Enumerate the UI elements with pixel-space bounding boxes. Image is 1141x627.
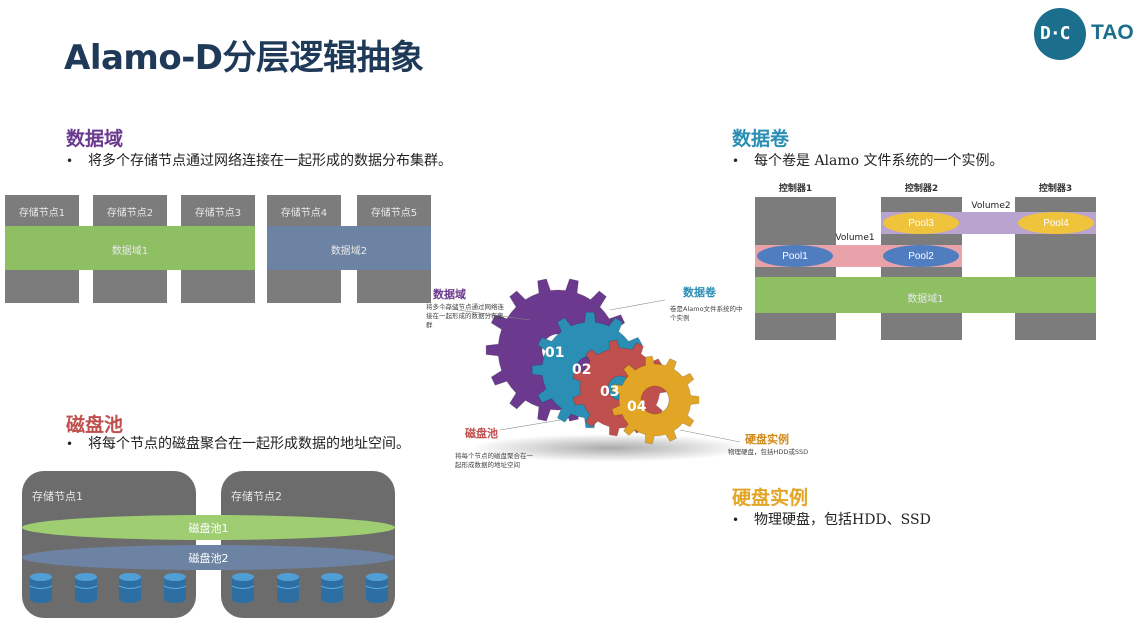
volume-1-label: Volume1 <box>835 233 875 243</box>
disk-cylinder-icon <box>231 572 255 608</box>
pool-1: Pool1 <box>757 245 833 267</box>
gear-desc-data-domain-line-2: 接在一起形成的数据分布集 <box>426 312 504 320</box>
data-domain-bullet: • 将多个存储节点通过网络连接在一起形成的数据分布集群。 <box>66 153 452 169</box>
pool-1-label: Pool1 <box>782 250 808 262</box>
gear-desc-disk-pool-line-2: 起形成数据的地址空间 <box>455 461 520 469</box>
disk-pool-2: 磁盘池2 <box>22 545 395 570</box>
disk-pool-2-label: 磁盘池2 <box>188 551 229 565</box>
gear-desc-data-volume: 卷是Alamo文件系统的中 个实例 <box>670 305 743 323</box>
logo-mark: D·C <box>1040 23 1070 44</box>
disk-instance-bullet-text: 物理硬盘，包括HDD、SSD <box>754 512 931 528</box>
data-volume-title: 数据卷 <box>732 128 790 150</box>
gear-desc-disk-pool-line-1: 将每个节点的磁盘聚合在一 <box>455 452 533 460</box>
gears-group <box>485 278 700 445</box>
gear-label-disk-instance: 硬盘实例 <box>745 433 789 446</box>
controller-3-label: 控制器3 <box>1038 184 1073 194</box>
logo-text: TAO <box>1091 21 1134 44</box>
gear-desc-data-domain: 将多个存储节点通过网络连 接在一起形成的数据分布集 群 <box>426 303 504 330</box>
disk-pool-1: 磁盘池1 <box>22 515 395 540</box>
disk-cylinder-icon <box>29 572 53 608</box>
gear-desc-disk-instance: 物理硬盘，包括HDD或SSD <box>728 448 808 457</box>
disk-instance-bullet: • 物理硬盘，包括HDD、SSD <box>732 512 931 528</box>
gear-number-03: 03 <box>600 384 619 400</box>
pool-4-label: Pool4 <box>1043 217 1069 229</box>
controller-1-label: 控制器1 <box>778 184 813 194</box>
connector-line-pool <box>499 419 561 431</box>
storage-node-2-label: 存储节点2 <box>106 208 154 219</box>
pool-3-label: Pool3 <box>908 217 934 229</box>
pool-3: Pool3 <box>883 212 959 234</box>
gear-number-04: 04 <box>627 399 647 415</box>
storage-node-4-label: 存储节点4 <box>280 208 328 219</box>
disk-pool-node-2-label: 存储节点2 <box>231 490 282 503</box>
slide-title: Alamo-D分层逻辑抽象 <box>64 38 424 78</box>
disk-pool-bullet-text: 将每个节点的磁盘聚合在一起形成数据的地址空间。 <box>88 436 410 452</box>
data-domain-1-label: 数据域1 <box>111 246 149 257</box>
gear-desc-disk-pool: 将每个节点的磁盘聚合在一 起形成数据的地址空间 <box>455 452 533 470</box>
volume-data-domain-label: 数据域1 <box>907 294 944 305</box>
data-volume-bullet-text: 每个卷是 Alamo 文件系统的一个实例。 <box>754 153 1004 169</box>
gear-label-disk-pool: 磁盘池 <box>465 427 498 440</box>
storage-node-5-label: 存储节点5 <box>370 208 418 219</box>
gear-number-02: 02 <box>572 362 591 378</box>
pool-2: Pool2 <box>883 245 959 267</box>
disk-cylinder-icon <box>118 572 142 608</box>
volume-2-label: Volume2 <box>971 201 1011 211</box>
disk-cylinder-icon <box>74 572 98 608</box>
data-domain-bullet-text: 将多个存储节点通过网络连接在一起形成的数据分布集群。 <box>88 153 452 169</box>
storage-node-3-label: 存储节点3 <box>194 208 242 219</box>
gear-label-data-volume: 数据卷 <box>683 286 716 299</box>
gear-desc-data-domain-line-3: 群 <box>426 321 433 329</box>
gear-label-data-domain: 数据域 <box>433 288 466 301</box>
controller-1-block <box>755 197 836 340</box>
pool-4: Pool4 <box>1018 212 1094 234</box>
gear-desc-data-volume-line-2: 个实例 <box>670 314 690 322</box>
disk-cylinder-icon <box>276 572 300 608</box>
data-domain-2-label: 数据域2 <box>330 246 368 257</box>
disk-instance-title: 硬盘实例 <box>732 487 809 509</box>
gear-desc-data-domain-line-1: 将多个存储节点通过网络连 <box>426 303 504 311</box>
disk-pool-bullet: • 将每个节点的磁盘聚合在一起形成数据的地址空间。 <box>66 436 410 452</box>
gear-desc-disk-instance-line-1: 物理硬盘，包括HDD或SSD <box>728 448 809 456</box>
data-volume-bullet: • 每个卷是 Alamo 文件系统的一个实例。 <box>732 153 1004 169</box>
connector-line-volume <box>609 299 666 311</box>
controller-2-label: 控制器2 <box>904 184 939 194</box>
disk-cylinder-icon <box>320 572 344 608</box>
disk-pool-node-1-label: 存储节点1 <box>32 490 83 503</box>
disk-cylinder-icon <box>365 572 389 608</box>
pool-2-label: Pool2 <box>908 250 934 262</box>
disk-cylinder-icon <box>163 572 187 608</box>
disk-pool-1-label: 磁盘池1 <box>188 521 229 535</box>
dctao-logo: D·C TAO <box>1034 8 1138 60</box>
storage-node-1-label: 存储节点1 <box>18 208 66 219</box>
gear-desc-data-volume-line-1: 卷是Alamo文件系统的中 <box>670 305 743 313</box>
gear-number-01: 01 <box>545 345 564 361</box>
data-domain-title: 数据域 <box>66 128 124 150</box>
